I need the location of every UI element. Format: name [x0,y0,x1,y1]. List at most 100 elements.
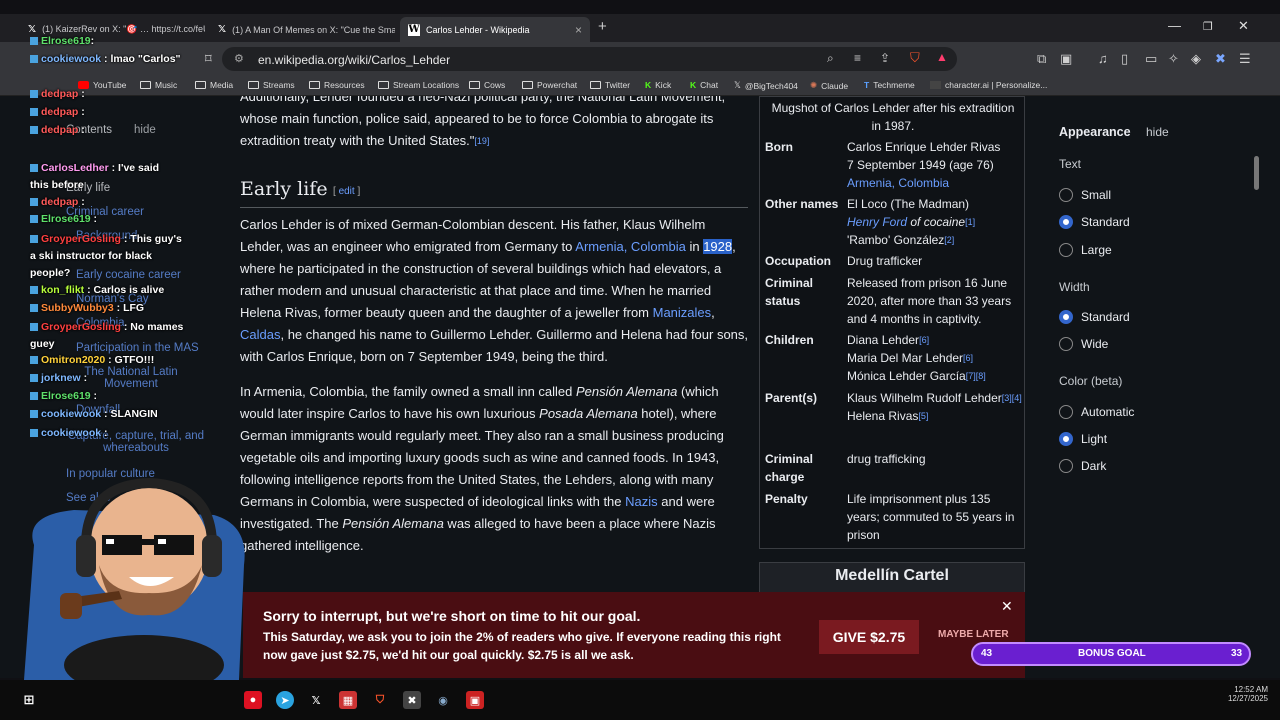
badge-icon [30,55,38,64]
chat-message: dedpap : [30,106,85,118]
wallet-icon[interactable]: ▭ [1145,51,1157,67]
bookmark-twitter[interactable]: Twitter [590,80,630,90]
maximize-icon[interactable]: ❐ [1203,20,1213,33]
citation[interactable]: [3][4] [1002,393,1022,403]
bookmark-characterai[interactable]: character.ai | Personalize... [930,80,1047,90]
app-icon[interactable]: ▣ [466,691,484,709]
text-option-small[interactable]: Small [1059,188,1111,202]
brave-rewards-icon[interactable]: ▲ [936,50,948,64]
citation[interactable]: [6] [919,335,929,345]
bookmark-resources[interactable]: Resources [309,80,365,90]
bookmark-chat[interactable]: K Chat [690,80,718,90]
tab-search-icon[interactable]: ▣ [1060,51,1072,67]
radio-icon[interactable] [1059,337,1073,351]
bookmark-icon[interactable]: ⌑ [205,51,212,67]
radio-icon[interactable] [1059,405,1073,419]
zoom-icon[interactable]: ⌕ [827,51,834,66]
citation[interactable]: [6] [963,353,973,363]
radio-icon[interactable] [1059,459,1073,473]
color-option-light[interactable]: Light [1059,432,1107,446]
share-icon[interactable]: ⇪ [880,51,890,65]
appearance-hide-button[interactable]: hide [1146,125,1169,139]
scrollbar-thumb[interactable] [1254,156,1259,190]
born-place-link[interactable]: Armenia, Colombia [847,174,1025,192]
citation[interactable]: [2] [944,235,954,245]
brave-shield-icon[interactable]: ⛉ [910,50,920,66]
radio-selected-icon[interactable] [1059,432,1073,446]
section-edit[interactable]: [ edit ] [333,186,360,197]
close-banner-icon[interactable]: ✕ [1001,598,1013,615]
url-bar[interactable]: ⚙ en.wikipedia.org/wiki/Carlos_Lehder ⌕ … [222,47,957,71]
bookmark-techmeme[interactable]: T Techmeme [864,80,915,90]
give-button[interactable]: GIVE $2.75 [819,620,919,654]
width-option-wide[interactable]: Wide [1059,337,1108,351]
text-option-large[interactable]: Large [1059,243,1112,257]
sidebar-icon[interactable]: ▯ [1121,51,1128,67]
bookmark-powerchat[interactable]: Powerchat [522,80,577,90]
citation[interactable]: [19] [474,136,489,146]
radio-icon[interactable] [1059,188,1073,202]
extensions-icon[interactable]: ⧉ [1037,51,1046,67]
option-label: Small [1081,188,1112,202]
streamer-avatar [24,477,245,680]
color-option-automatic[interactable]: Automatic [1059,405,1134,419]
bookmark-label: Techmeme [873,80,915,90]
radio-selected-icon[interactable] [1059,215,1073,229]
steam-icon[interactable]: ◉ [434,691,452,709]
link-manizales[interactable]: Manizales [653,305,712,320]
new-tab-icon[interactable]: + [598,18,607,35]
leo-icon[interactable]: ✧ [1168,51,1179,67]
link-caldas[interactable]: Caldas [240,327,280,342]
infobox-value[interactable]: drug trafficking [847,450,1025,468]
bookmark-stream-locations[interactable]: Stream Locations [378,80,459,90]
bookmark-bigtech[interactable]: 𝕏 @BigTech404 [734,80,798,91]
menu-icon[interactable]: ☰ [1239,51,1251,67]
close-window-icon[interactable]: ✕ [1238,18,1249,34]
bookmark-cows[interactable]: Cows [469,80,505,90]
chat-message: dedpap : [30,124,85,136]
minimize-icon[interactable]: — [1168,18,1181,33]
radio-icon[interactable] [1059,243,1073,257]
toc-hide-button[interactable]: hide [134,124,156,136]
brave-icon[interactable]: ⛉ [371,691,389,709]
bookmark-music[interactable]: Music [140,80,177,90]
vpn-icon[interactable]: ◈ [1191,51,1201,67]
toc-item-national-latin[interactable]: The National Latin Movement [76,366,186,390]
media-icon[interactable]: ♫ [1098,51,1108,66]
tab-man-of-memes[interactable]: 𝕏 (1) A Man Of Memes on X: "Cue the Smal… [210,17,395,42]
close-tab-icon[interactable]: × [575,23,582,37]
citation[interactable]: [7][8] [966,371,986,381]
bookmark-youtube[interactable]: YouTube [78,80,126,90]
link-armenia[interactable]: Armenia, Colombia [575,239,686,254]
maybe-later-button[interactable]: MAYBE LATER [938,629,1009,640]
app-icon[interactable]: ● [244,691,262,709]
reader-icon[interactable]: ≡ [854,51,861,65]
color-option-dark[interactable]: Dark [1059,459,1106,473]
infobox-label: Other names [765,197,839,211]
bookmark-media[interactable]: Media [195,80,233,90]
citation[interactable]: [5] [918,411,928,421]
bookmark-kick[interactable]: K Kick [645,80,671,90]
clock[interactable]: 12:52 AM 12/27/2025 [1218,685,1268,703]
tab-wikipedia[interactable]: W Carlos Lehder - Wikipedia × [400,17,590,42]
bookmark-streams[interactable]: Streams [248,80,295,90]
profile-icon[interactable]: ✖ [1215,51,1226,67]
bookmark-claude[interactable]: ✺ Claude [810,80,848,91]
url-text[interactable]: en.wikipedia.org/wiki/Carlos_Lehder [258,53,450,67]
link-nazis[interactable]: Nazis [625,494,658,509]
app-icon[interactable]: ▦ [339,691,357,709]
x-app-icon[interactable]: 𝕏 [307,691,325,709]
color-heading: Color (beta) [1059,374,1123,388]
windows-start-icon[interactable]: ⊞ [20,691,38,709]
edit-link[interactable]: edit [339,186,355,197]
app-icon-active[interactable]: ✖ [403,691,421,709]
text-option-standard[interactable]: Standard [1059,215,1130,229]
citation[interactable]: [1] [965,217,975,227]
bookmark-label: character.ai | Personalize... [945,80,1048,90]
henry-ford-link[interactable]: Henry Ford [847,215,907,229]
option-label: Dark [1081,459,1107,473]
radio-selected-icon[interactable] [1059,310,1073,324]
telegram-icon[interactable]: ➤ [276,691,294,709]
site-settings-icon[interactable]: ⚙ [234,52,244,65]
width-option-standard[interactable]: Standard [1059,310,1130,324]
